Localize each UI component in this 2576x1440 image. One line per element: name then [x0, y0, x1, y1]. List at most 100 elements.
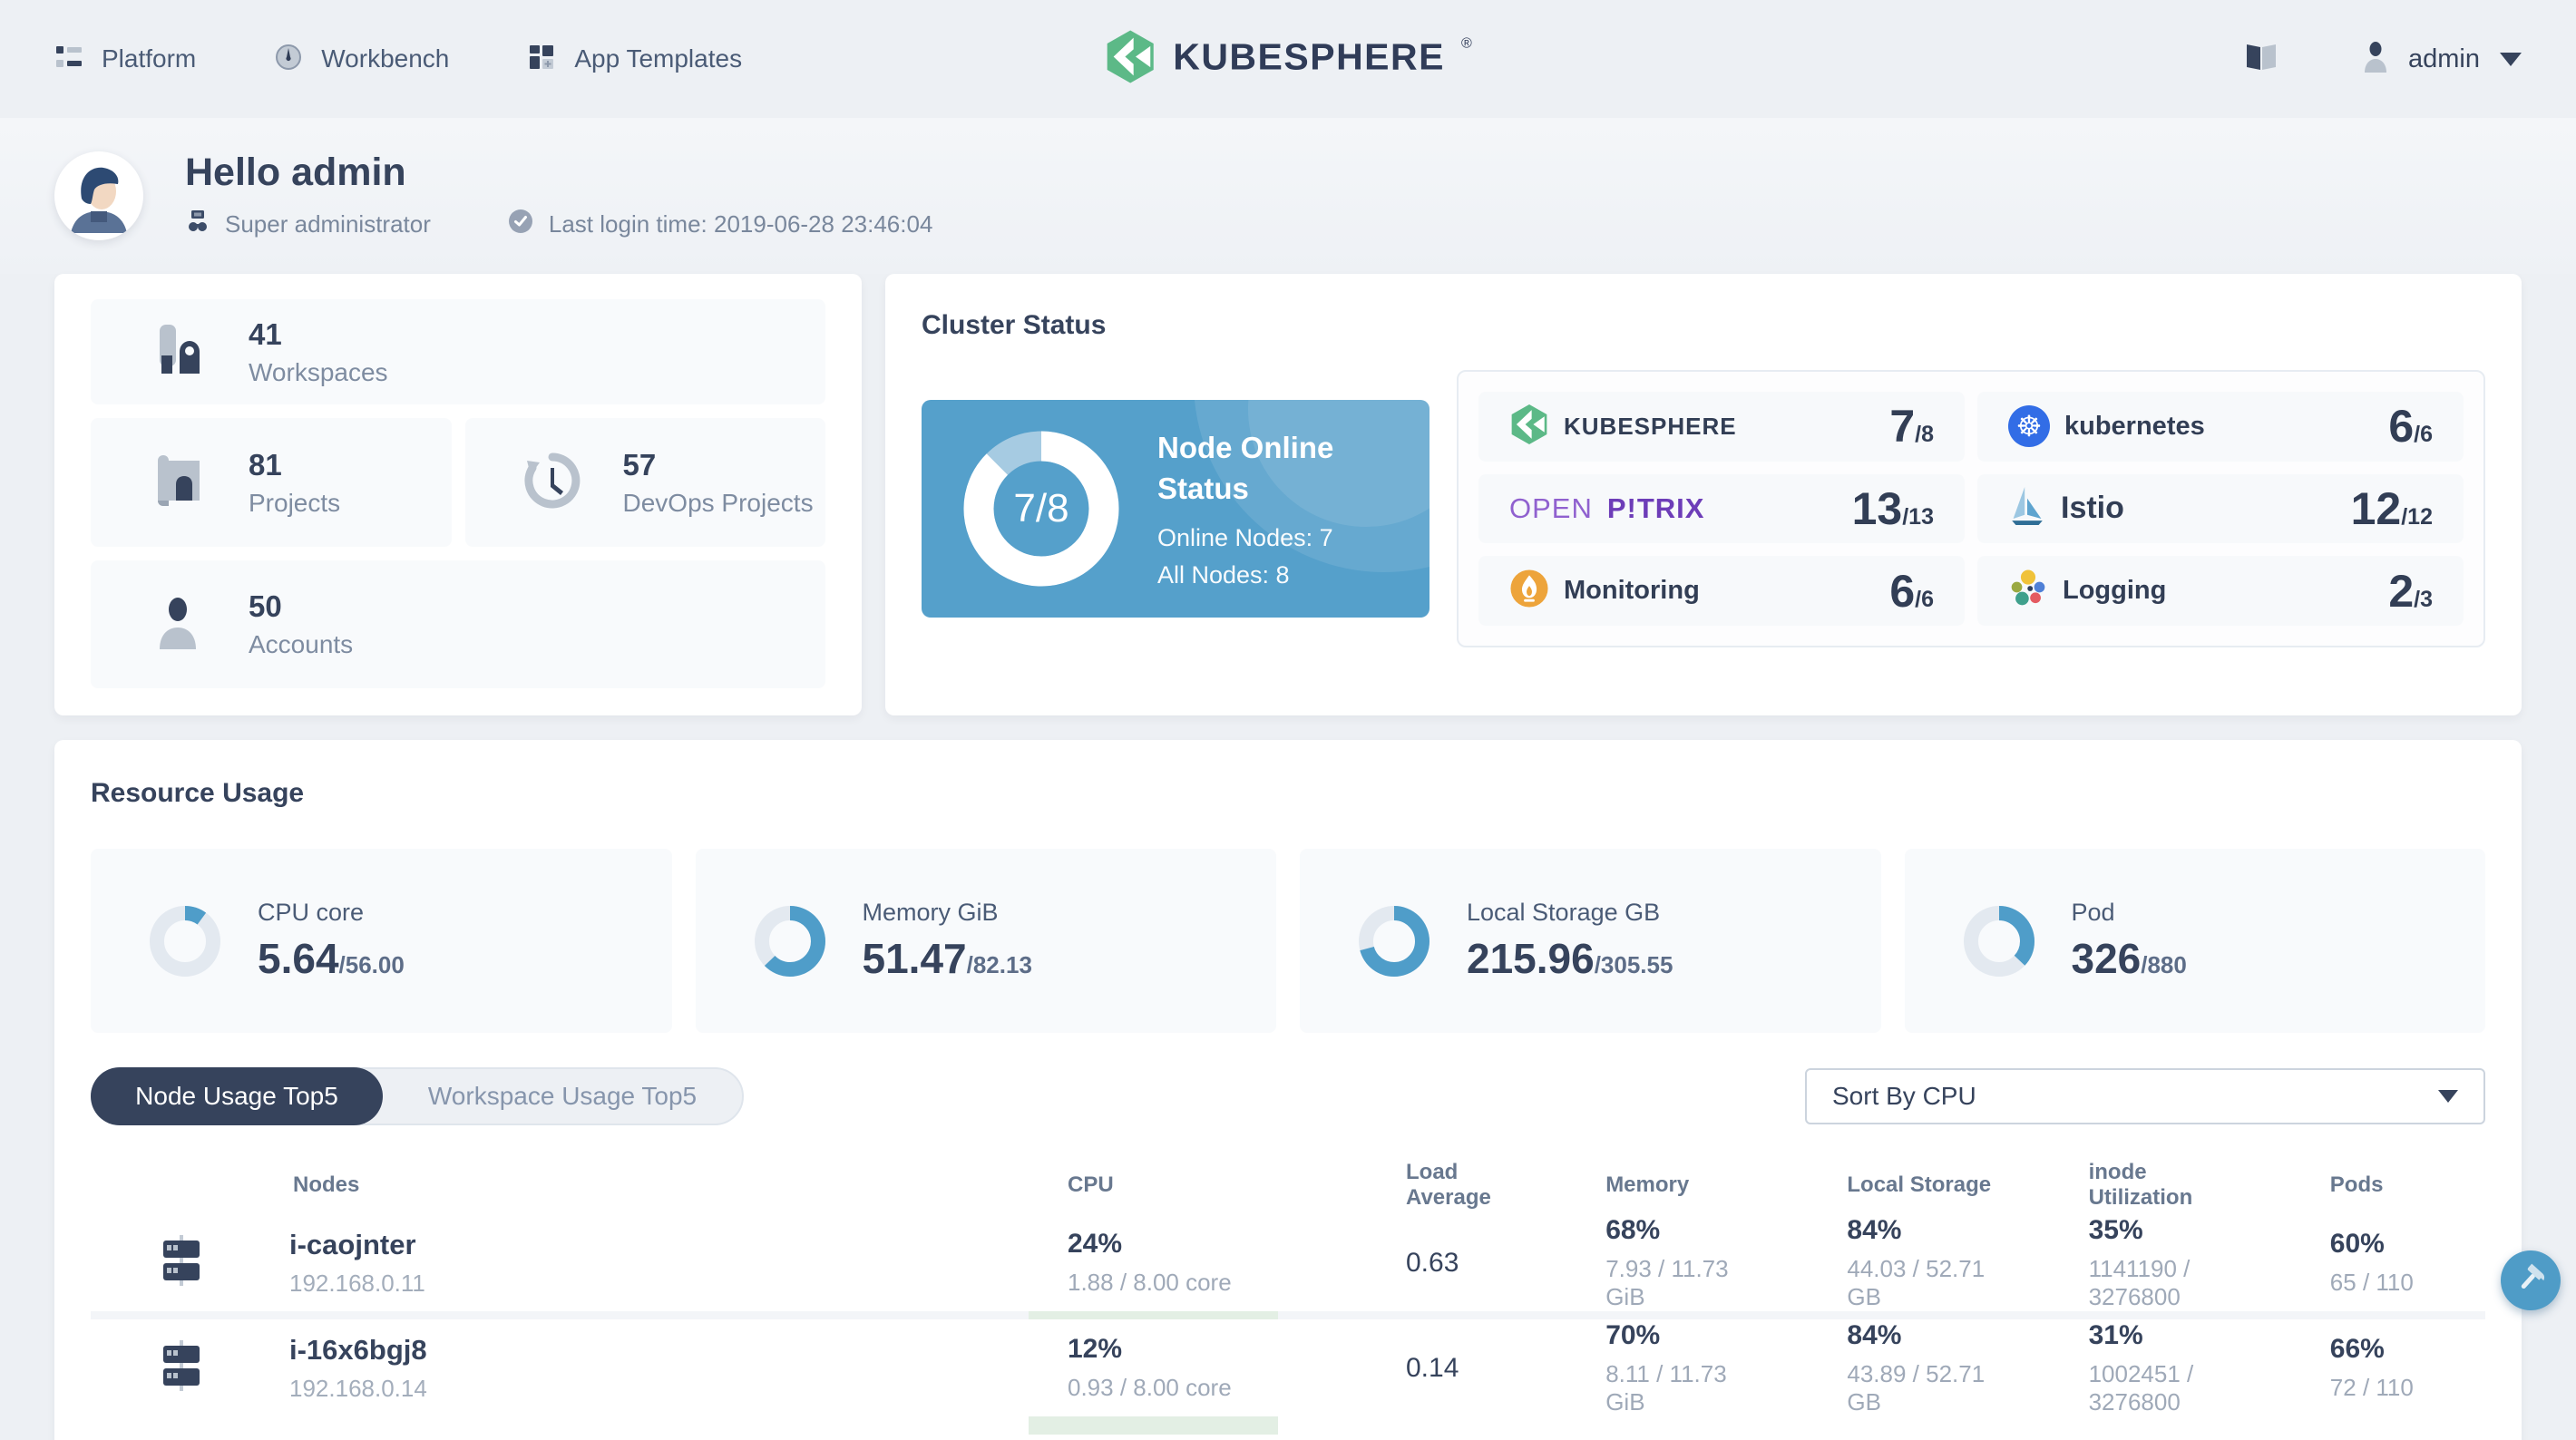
memory-cell: 70% 8.11 / 11.73 GiB	[1519, 1320, 1761, 1416]
brand-name: KUBESPHERE	[1173, 35, 1445, 78]
cpu-detail: 0.93 / 8.00 core	[1068, 1374, 1232, 1401]
brand-reg-mark: ®	[1460, 35, 1472, 52]
table-row[interactable]: i-16x6bgj8 192.168.0.14 12% 0.93 / 8.00 …	[91, 1319, 2485, 1416]
cpu-cell: 12% 0.93 / 8.00 core	[1029, 1319, 1278, 1416]
table-row[interactable]: i-caojnter 192.168.0.11 24% 1.88 / 8.00 …	[91, 1214, 2485, 1311]
page-title: Hello admin	[185, 151, 406, 194]
inode-percent: 35%	[2088, 1214, 2143, 1245]
projects-label: Projects	[249, 488, 341, 517]
service-kubernetes-name: kubernetes	[2064, 411, 2205, 441]
node-ip: 192.168.0.11	[289, 1269, 425, 1297]
node-online-donut: 7/8	[963, 431, 1119, 587]
pods-percent: 66%	[2329, 1334, 2385, 1364]
projects-count: 81	[249, 447, 282, 482]
inode-percent: 31%	[2088, 1319, 2143, 1350]
workspaces-icon	[149, 321, 207, 384]
pod-donut	[1963, 905, 2035, 978]
docs-book-icon[interactable]	[2243, 42, 2279, 77]
pods-detail: 72 / 110	[2329, 1374, 2414, 1401]
kubesphere-ready: 7	[1889, 401, 1916, 452]
nav-workbench-label: Workbench	[321, 44, 450, 73]
tab-node-usage-top5[interactable]: Node Usage Top5	[91, 1067, 383, 1125]
node-name[interactable]: i-16x6bgj8	[289, 1334, 427, 1367]
stat-accounts[interactable]: 50 Accounts	[91, 560, 825, 688]
service-kubesphere: KUBESPHERE 7/8	[1478, 392, 1965, 462]
kubesphere-total: /8	[1915, 422, 1934, 448]
cpu-percent: 24%	[1068, 1229, 1123, 1259]
tab-workspace-usage-top5[interactable]: Workspace Usage Top5	[383, 1069, 742, 1124]
metric-cpu: CPU core 5.64/56.00	[91, 849, 672, 1033]
logging-ready: 2	[2388, 565, 2415, 617]
col-nodes: Nodes	[293, 1172, 360, 1197]
nav-platform[interactable]: Platform	[54, 43, 196, 76]
platform-icon	[54, 43, 83, 76]
sort-by-select[interactable]: Sort By CPU	[1805, 1068, 2485, 1124]
last-login-label: Last login time: 2019-06-28 23:46:04	[548, 210, 933, 238]
service-monitoring: Monitoring 6/6	[1478, 556, 1965, 626]
service-istio: Istio 12/12	[1977, 473, 2464, 544]
cpu-label: CPU core	[258, 899, 365, 926]
openpitrix-total: /13	[1902, 503, 1934, 530]
kubesphere-logo[interactable]: KUBESPHERE ®	[1104, 30, 1472, 88]
sort-by-value: Sort By CPU	[1832, 1082, 1976, 1110]
stat-workspaces[interactable]: 41 Workspaces	[91, 299, 825, 404]
hero-banner: Hello admin Super administrator Last log…	[0, 118, 2576, 274]
user-menu[interactable]: admin	[2363, 41, 2522, 77]
metric-pod: Pod 326/880	[1904, 849, 2485, 1033]
col-inode-utilization: inode Utilization	[2088, 1160, 2193, 1210]
logging-icon	[2008, 569, 2048, 613]
storage-percent: 84%	[1847, 1214, 1902, 1245]
service-kubesphere-name: KUBESPHERE	[1564, 412, 1737, 440]
accounts-icon	[149, 593, 207, 656]
metric-local-storage: Local Storage GB 215.96/305.55	[1300, 849, 1881, 1033]
openpitrix-logo: OPEN P!TRIX	[1509, 491, 1705, 524]
hammer-icon	[2514, 1262, 2547, 1299]
platform-stats-card: 41 Workspaces 81 Projects 57 DevOps Proj…	[54, 274, 862, 715]
role-badge-icon	[185, 209, 210, 240]
accounts-count: 50	[249, 589, 282, 623]
node-online-ratio: 7/8	[1013, 486, 1069, 530]
select-caret-icon	[2438, 1090, 2458, 1103]
memory-cell: 68% 7.93 / 11.73 GiB	[1519, 1215, 1761, 1311]
service-kubernetes: ☸ kubernetes 6/6	[1977, 392, 2464, 462]
pod-label: Pod	[2071, 899, 2115, 926]
resource-usage-title: Resource Usage	[91, 778, 305, 808]
toolbox-button[interactable]	[2501, 1250, 2561, 1310]
storage-label: Local Storage GB	[1467, 899, 1661, 926]
stat-devops-projects[interactable]: 57 DevOps Projects	[464, 418, 825, 547]
accounts-label: Accounts	[249, 630, 354, 658]
memory-detail: 8.11 / 11.73 GiB	[1605, 1359, 1727, 1416]
workspaces-label: Workspaces	[249, 357, 388, 386]
stat-projects[interactable]: 81 Projects	[91, 418, 452, 547]
last-login: Last login time: 2019-06-28 23:46:04	[507, 208, 933, 241]
cpu-percent: 12%	[1068, 1334, 1123, 1364]
service-logging-name: Logging	[2063, 576, 2167, 606]
node-name[interactable]: i-caojnter	[289, 1229, 425, 1261]
pod-used: 326	[2071, 935, 2142, 982]
workspaces-count: 41	[249, 316, 282, 351]
service-istio-name: Istio	[2061, 491, 2124, 526]
istio-total: /12	[2401, 503, 2433, 530]
storage-donut	[1358, 905, 1430, 978]
app-templates-icon	[527, 43, 556, 76]
nav-app-templates[interactable]: App Templates	[527, 43, 742, 76]
kubesphere-icon	[1509, 404, 1549, 449]
col-memory: Memory	[1605, 1172, 1690, 1197]
storage-detail: 43.89 / 52.71 GB	[1847, 1359, 1986, 1416]
monitoring-total: /6	[1915, 586, 1934, 612]
nav-workbench[interactable]: Workbench	[274, 43, 449, 76]
memory-total: /82.13	[966, 951, 1032, 978]
kubernetes-total: /6	[2414, 422, 2433, 448]
storage-detail: 44.03 / 52.71 GB	[1847, 1254, 1986, 1310]
monitoring-ready: 6	[1889, 565, 1916, 617]
node-ip: 192.168.0.14	[289, 1374, 427, 1402]
cluster-status-card: Cluster Status 7/8 Node Online Status On…	[885, 274, 2522, 715]
node-online-status-card: 7/8 Node Online Status Online Nodes: 7 A…	[922, 400, 1429, 618]
user-name: admin	[2408, 44, 2480, 73]
cpu-cell: 24% 1.88 / 8.00 core	[1029, 1214, 1278, 1311]
storage-cell: 84% 43.89 / 52.71 GB	[1761, 1320, 2002, 1416]
user-icon	[2363, 41, 2388, 77]
devops-label: DevOps Projects	[622, 488, 814, 517]
service-logging: Logging 2/3	[1977, 556, 2464, 626]
online-nodes-count: Online Nodes: 7	[1157, 523, 1333, 551]
